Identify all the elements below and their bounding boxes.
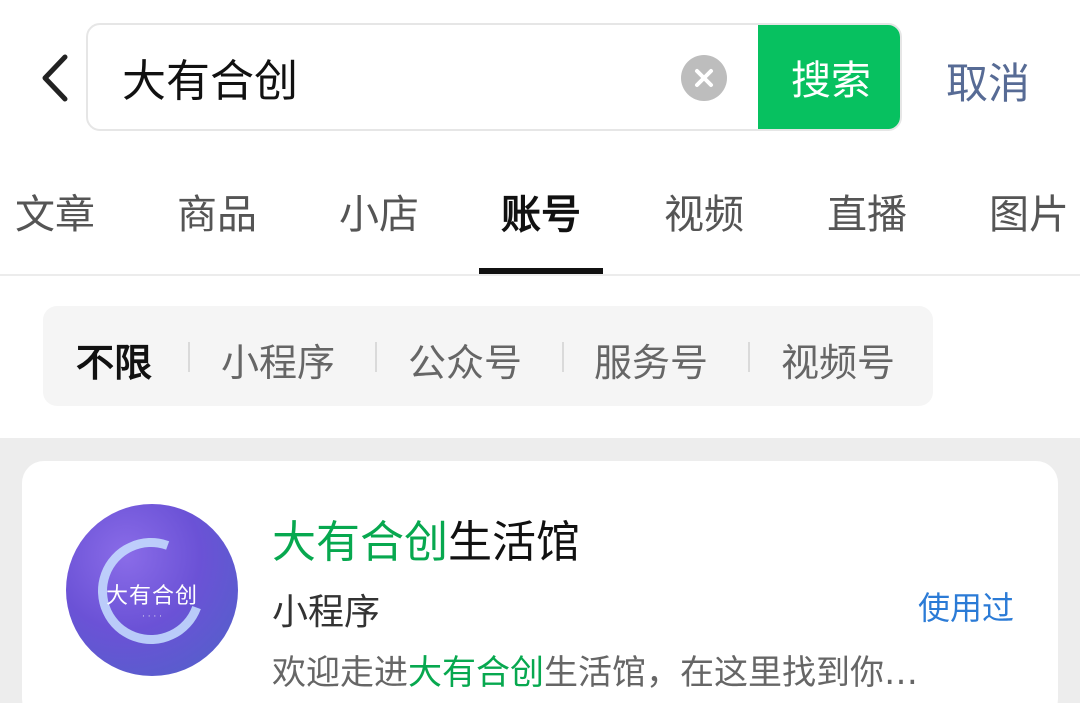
filter-mini-program[interactable]: 小程序 bbox=[221, 332, 335, 387]
search-header: 搜索 取消 bbox=[0, 0, 1080, 150]
tab-shops[interactable]: 小店 bbox=[339, 182, 419, 240]
results-list: 大有合创 · · · · 大有合创生活馆 小程序 使用过 欢迎走进大有合创生活馆… bbox=[0, 438, 1080, 703]
result-title: 大有合创生活馆 bbox=[272, 506, 580, 570]
divider bbox=[562, 342, 564, 372]
tab-live[interactable]: 直播 bbox=[827, 182, 907, 240]
result-description: 欢迎走进大有合创生活馆，在这里找到你… bbox=[272, 645, 1002, 694]
search-box: 搜索 bbox=[86, 23, 902, 131]
filter-service-account[interactable]: 服务号 bbox=[594, 332, 708, 387]
title-rest: 生活馆 bbox=[448, 517, 580, 568]
account-type-filter: 不限 小程序 公众号 服务号 视频号 bbox=[43, 306, 933, 406]
clear-button[interactable] bbox=[681, 55, 727, 101]
used-badge: 使用过 bbox=[918, 589, 1015, 627]
tab-products[interactable]: 商品 bbox=[177, 182, 257, 240]
filter-channels[interactable]: 视频号 bbox=[781, 332, 895, 387]
search-button[interactable]: 搜索 bbox=[758, 25, 900, 129]
divider bbox=[188, 342, 190, 372]
tab-videos[interactable]: 视频 bbox=[664, 182, 744, 240]
cancel-button[interactable]: 取消 bbox=[946, 50, 1030, 111]
filter-all[interactable]: 不限 bbox=[76, 332, 152, 387]
category-tabs: 文章 商品 小店 账号 视频 直播 图片 bbox=[0, 150, 1080, 276]
divider bbox=[748, 342, 750, 372]
avatar: 大有合创 · · · · bbox=[66, 504, 238, 676]
close-icon bbox=[695, 69, 713, 87]
desc-rest: 生活馆，在这里找到你… bbox=[544, 653, 918, 693]
active-tab-indicator bbox=[479, 268, 603, 274]
divider bbox=[375, 342, 377, 372]
title-highlight: 大有合创 bbox=[272, 517, 448, 568]
avatar-logo-subtext: · · · · bbox=[141, 612, 163, 622]
result-card[interactable]: 大有合创 · · · · 大有合创生活馆 小程序 使用过 欢迎走进大有合创生活馆… bbox=[22, 461, 1058, 703]
back-button[interactable] bbox=[30, 48, 80, 108]
tab-accounts[interactable]: 账号 bbox=[501, 182, 581, 240]
tab-articles[interactable]: 文章 bbox=[15, 182, 95, 240]
desc-prefix: 欢迎走进 bbox=[272, 653, 408, 693]
avatar-logo-text: 大有合创 bbox=[105, 584, 198, 609]
result-type: 小程序 bbox=[272, 592, 381, 633]
tab-images[interactable]: 图片 bbox=[989, 182, 1069, 240]
desc-highlight: 大有合创 bbox=[408, 653, 544, 693]
filter-official-account[interactable]: 公众号 bbox=[408, 332, 522, 387]
chevron-left-icon bbox=[42, 54, 68, 102]
search-input[interactable] bbox=[122, 25, 662, 129]
